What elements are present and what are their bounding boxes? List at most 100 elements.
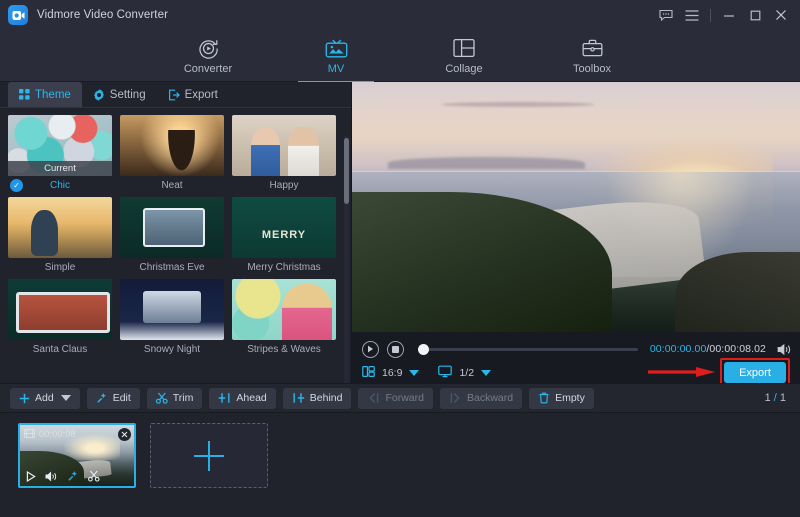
panel-subtabs: Theme Setting Export (0, 82, 351, 108)
volume-icon[interactable] (777, 343, 792, 356)
clip-play-icon[interactable] (26, 471, 36, 482)
forward-button[interactable]: Forward (358, 388, 433, 409)
nav-tab-toolbox[interactable]: Toolbox (554, 33, 630, 82)
minimize-button[interactable] (716, 0, 742, 30)
screen-split-control[interactable]: 1/2 (438, 365, 491, 381)
seek-handle[interactable] (418, 344, 429, 355)
app-title: Vidmore Video Converter (37, 9, 168, 21)
subtab-label-export: Export (185, 89, 218, 101)
theme-label: Christmas Eve (120, 261, 224, 275)
theme-item-chic[interactable]: Current Chic (8, 115, 112, 193)
clip-header: 00:00:08 (20, 425, 134, 442)
subtab-export[interactable]: Export (157, 82, 229, 107)
theme-panel: Theme Setting Export (0, 82, 352, 383)
main-navigation: Converter MV Collage (0, 30, 800, 82)
theme-label: Chic (8, 179, 112, 193)
behind-button[interactable]: Behind (283, 388, 352, 409)
maximize-button[interactable] (742, 0, 768, 30)
theme-item-merry-christmas[interactable]: Merry Christmas (232, 197, 336, 275)
theme-item-christmas-eve[interactable]: Christmas Eve (120, 197, 224, 275)
converter-icon (198, 36, 219, 60)
magic-wand-icon (96, 392, 108, 404)
nav-tab-mv[interactable]: MV (298, 33, 374, 82)
edit-button[interactable]: Edit (87, 388, 140, 409)
app-logo-icon (8, 5, 28, 25)
theme-item-simple[interactable]: Simple (8, 197, 112, 275)
subtab-label-theme: Theme (35, 89, 71, 101)
export-icon (168, 89, 180, 101)
theme-thumbnail (232, 115, 336, 176)
theme-item-santa-claus[interactable]: Santa Claus (8, 279, 112, 357)
clip-trim-icon[interactable] (88, 470, 100, 482)
nav-tab-converter[interactable]: Converter (170, 33, 246, 82)
page-separator: / (774, 392, 777, 404)
chevron-down-icon[interactable] (61, 395, 71, 401)
subtab-setting[interactable]: Setting (82, 82, 157, 107)
theme-item-stripes-waves[interactable]: Stripes & Waves (232, 279, 336, 357)
feedback-button[interactable] (653, 0, 679, 30)
clip-duration: 00:00:08 (39, 429, 76, 439)
menu-button[interactable] (679, 0, 705, 30)
close-button[interactable] (768, 0, 794, 30)
nav-label-toolbox: Toolbox (573, 63, 611, 75)
empty-button[interactable]: Empty (529, 388, 594, 409)
seek-slider[interactable] (418, 348, 638, 351)
theme-selected-check-icon: ✓ (10, 179, 23, 192)
theme-thumbnail (120, 115, 224, 176)
backward-button[interactable]: Backward (440, 388, 522, 409)
current-time: 00:00:00.00 (650, 343, 707, 355)
clip-remove-button[interactable] (118, 428, 131, 441)
time-display: 00:00:00.00/00:00:08.02 (650, 343, 766, 355)
theme-row: Santa Claus Snowy Night Stripes & Waves (8, 279, 343, 357)
trim-label: Trim (173, 392, 194, 404)
collage-icon (453, 36, 475, 60)
main-body: Theme Setting Export (0, 82, 800, 383)
monitor-icon (438, 365, 452, 381)
chevron-down-icon[interactable] (481, 370, 491, 376)
video-preview[interactable] (352, 82, 800, 332)
ahead-button[interactable]: Ahead (209, 388, 275, 409)
current-theme-badge: Current (8, 161, 112, 176)
aspect-ratio-control[interactable]: 16:9 (362, 365, 419, 381)
theme-thumbnail (232, 279, 336, 340)
mv-icon (325, 36, 348, 60)
clip-actions (20, 467, 134, 485)
theme-item-snowy-night[interactable]: Snowy Night (120, 279, 224, 357)
trim-button[interactable]: Trim (147, 388, 203, 409)
window-controls (653, 0, 794, 30)
move-backward-icon (449, 392, 462, 404)
theme-thumbnail (8, 197, 112, 258)
subtab-label-setting: Setting (110, 89, 146, 101)
ahead-label: Ahead (236, 392, 266, 404)
clip-toolbar: Add Edit Trim Ahead Behind (0, 383, 800, 413)
theme-thumbnail (232, 197, 336, 258)
stop-button[interactable] (387, 341, 404, 358)
theme-item-neat[interactable]: Neat (120, 115, 224, 193)
forward-label: Forward (385, 392, 424, 404)
theme-label: Neat (120, 179, 224, 193)
divider (710, 9, 711, 22)
play-button[interactable] (362, 341, 379, 358)
aspect-ratio-value: 16:9 (382, 367, 402, 379)
theme-label: Simple (8, 261, 112, 275)
theme-thumbnail: Current (8, 115, 112, 176)
nav-label-mv: MV (328, 63, 345, 75)
export-button[interactable]: Export (724, 362, 786, 383)
add-clip-slot[interactable] (150, 423, 268, 488)
clip-edit-icon[interactable] (67, 470, 79, 482)
chevron-down-icon[interactable] (409, 370, 419, 376)
theme-thumbnail (120, 279, 224, 340)
theme-scrollbar[interactable] (344, 138, 349, 204)
insert-ahead-icon (218, 392, 231, 404)
annotation-arrow-icon (648, 366, 716, 378)
theme-label: Snowy Night (120, 343, 224, 357)
title-bar: Vidmore Video Converter (0, 0, 800, 30)
add-button[interactable]: Add (10, 388, 80, 409)
subtab-theme[interactable]: Theme (8, 82, 82, 107)
timeline-clip[interactable]: 00:00:08 (18, 423, 136, 488)
theme-item-happy[interactable]: Happy (232, 115, 336, 193)
clip-volume-icon[interactable] (45, 471, 58, 482)
nav-tab-collage[interactable]: Collage (426, 33, 502, 82)
add-label: Add (35, 392, 54, 404)
nav-label-collage: Collage (445, 63, 482, 75)
